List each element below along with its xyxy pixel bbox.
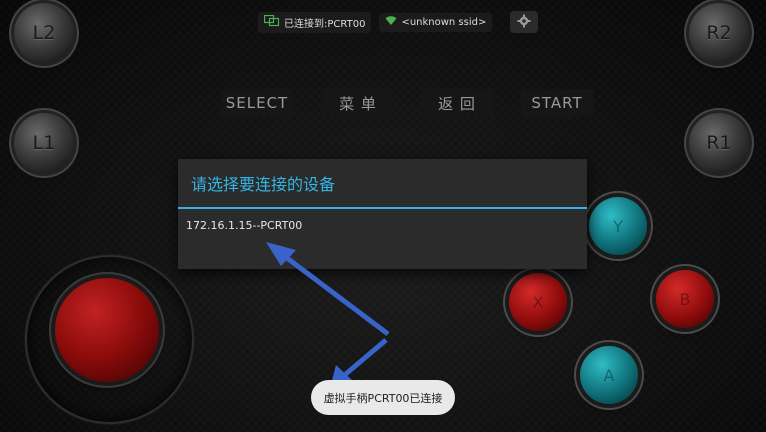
start-label: START	[531, 94, 583, 112]
l2-button[interactable]: L2	[14, 3, 74, 63]
settings-button[interactable]	[510, 11, 539, 33]
select-label: SELECT	[225, 94, 289, 112]
action-x-label: X	[532, 292, 544, 312]
start-button[interactable]: START	[521, 89, 593, 117]
select-button[interactable]: SELECT	[221, 89, 293, 117]
gear-icon	[517, 14, 531, 31]
wifi-status: <unknown ssid>	[379, 12, 493, 32]
action-y-label: Y	[613, 216, 623, 236]
back-button[interactable]: 返 回	[421, 89, 493, 117]
menu-button[interactable]: 菜 单	[322, 89, 394, 117]
action-b-label: B	[679, 289, 691, 309]
r2-label: R2	[706, 22, 732, 44]
menu-label: 菜 单	[339, 94, 377, 113]
action-button-x[interactable]: X	[509, 273, 567, 331]
ssid-text: <unknown ssid>	[401, 16, 487, 28]
l2-label: L2	[32, 22, 56, 44]
device-list-item[interactable]: 172.16.1.15--PCRT00	[178, 209, 587, 242]
wifi-icon	[385, 15, 397, 29]
status-bar: 已连接到:PCRT00 <unknown ssid>	[258, 11, 539, 33]
action-button-b[interactable]: B	[656, 270, 714, 328]
connection-toast: 虚拟手柄PCRT00已连接	[311, 380, 455, 415]
connection-status: 已连接到:PCRT00	[258, 11, 372, 33]
dialog-title: 请选择要连接的设备	[178, 159, 587, 209]
device-select-dialog: 请选择要连接的设备 172.16.1.15--PCRT00	[178, 159, 587, 269]
action-button-a[interactable]: A	[580, 346, 638, 404]
connection-text: 已连接到:PCRT00	[284, 18, 366, 30]
r2-button[interactable]: R2	[689, 3, 749, 63]
action-button-y[interactable]: Y	[589, 197, 647, 255]
r1-button[interactable]: R1	[689, 113, 749, 173]
l1-button[interactable]: L1	[14, 113, 74, 173]
l1-label: L1	[32, 132, 56, 154]
toast-text: 虚拟手柄PCRT00已连接	[323, 391, 443, 405]
gamepad-screen: L2 L1 R2 R1 已连接到:PCRT00 <unknown ssid> S…	[0, 0, 766, 432]
action-a-label: A	[603, 365, 615, 385]
connected-icon	[263, 14, 280, 30]
r1-label: R1	[706, 132, 732, 154]
joystick-knob[interactable]	[55, 278, 159, 382]
back-label: 返 回	[438, 94, 476, 113]
